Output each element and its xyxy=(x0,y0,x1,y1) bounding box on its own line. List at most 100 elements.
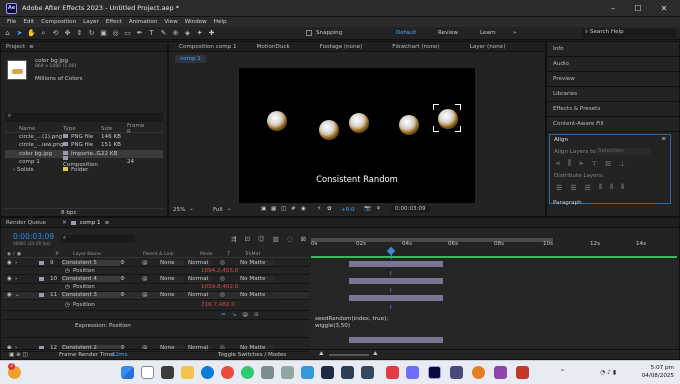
composition-canvas[interactable]: Consistent Random xyxy=(239,68,475,203)
comp-breadcrumb[interactable]: comp 1 xyxy=(175,55,206,63)
preview-panel-tab[interactable]: Preview xyxy=(547,72,679,87)
taskbar-time[interactable]: 5:07 pm xyxy=(636,365,674,371)
circle-layer[interactable] xyxy=(319,120,339,140)
app-icon[interactable] xyxy=(406,366,419,379)
circle-layer[interactable] xyxy=(349,113,369,133)
track-matte-dropdown[interactable]: No Matte xyxy=(240,292,274,299)
track-matte-icon[interactable]: ◎ xyxy=(220,276,240,282)
col-name-header[interactable]: Name xyxy=(5,126,63,132)
viewer-timecode[interactable]: 0:00:03:09 xyxy=(391,206,430,212)
taskbar-date[interactable]: 04/08/2025 xyxy=(636,373,674,379)
expand-layer-icon[interactable]: ⌄ xyxy=(15,292,23,298)
visibility-eye-icon[interactable]: ◉ xyxy=(7,260,15,266)
rectangle-tool-icon[interactable]: ▭ xyxy=(123,29,132,38)
close-icon[interactable]: ✕ xyxy=(62,220,67,226)
expression-row[interactable]: Expression: Position xyxy=(3,320,309,338)
paragraph-panel-tab[interactable]: Paragraph xyxy=(553,200,582,206)
property-row[interactable]: ◷ Position 716.7,482.0 xyxy=(3,300,309,311)
distribute-left-icon[interactable]: ⦀ xyxy=(599,183,602,192)
parent-pickwhip-icon[interactable]: @ xyxy=(132,292,160,298)
distribute-top-icon[interactable]: ☰ xyxy=(556,184,562,192)
property-value[interactable]: 1059.8,402.0 xyxy=(143,284,238,290)
layer-duration-bar[interactable] xyxy=(349,295,443,301)
file-explorer-icon[interactable] xyxy=(181,366,194,379)
chrome-browser-icon[interactable] xyxy=(221,366,234,379)
workspace-default[interactable]: Default xyxy=(396,30,416,36)
workspace-overflow-icon[interactable]: » xyxy=(513,30,516,36)
layer-label-color-icon[interactable] xyxy=(39,276,44,281)
property-row[interactable]: ◷ Position 1059.8,402.0 xyxy=(3,284,309,292)
type-tool-icon[interactable]: T xyxy=(147,29,156,38)
tab-footage[interactable]: Footage (none) xyxy=(320,44,363,50)
tab-composition[interactable]: Composition comp 1 xyxy=(174,44,237,50)
app-icon[interactable] xyxy=(361,366,374,379)
frame-blending-icon[interactable]: ▥ xyxy=(273,235,279,243)
show-snapshot-icon[interactable]: ⚘ xyxy=(376,206,381,212)
align-left-icon[interactable]: ⫷ xyxy=(556,159,560,168)
minimize-icon[interactable]: – xyxy=(602,2,624,15)
content-aware-fill-panel-tab[interactable]: Content-Aware Fill xyxy=(547,117,679,132)
fx-switch-icon[interactable]: ⚙ xyxy=(120,276,132,282)
project-row[interactable]: comp 1 Composition 24 xyxy=(5,155,163,168)
project-row[interactable]: circle_...iew.png PNG file 151 KB xyxy=(5,141,163,149)
panel-menu-icon[interactable]: ≡ xyxy=(29,44,34,50)
layer-name[interactable]: Consistent 3 xyxy=(62,292,120,299)
align-to-dropdown[interactable]: Selection xyxy=(596,148,650,155)
draft-3d-icon[interactable]: ⊡ xyxy=(244,235,249,243)
keyframe-icon[interactable]: I xyxy=(390,305,392,311)
pan-tool-icon[interactable]: ✥ xyxy=(63,29,72,38)
tab-motionduck[interactable]: MotionDuck xyxy=(257,44,290,50)
expression-graph-icon[interactable]: ↘ xyxy=(232,312,237,318)
system-tray-chevron-icon[interactable]: ^ xyxy=(560,369,565,376)
roto-brush-icon[interactable]: ✦ xyxy=(195,29,204,38)
distribute-hcenter-icon[interactable]: ⦀ xyxy=(610,183,613,192)
puppet-pin-icon[interactable]: ✚ xyxy=(207,29,216,38)
align-top-icon[interactable]: ⊤ xyxy=(591,160,597,168)
distribute-bottom-icon[interactable]: ☰ xyxy=(585,184,591,192)
layer-row[interactable]: ◉ ⌄ 11 Consistent 3 ⚙ @ None Normal ◎ No… xyxy=(3,291,309,300)
work-area-bar[interactable] xyxy=(311,238,553,242)
brush-tool-icon[interactable]: ✎ xyxy=(159,29,168,38)
distribute-right-icon[interactable]: ⦀ xyxy=(621,183,624,192)
maximize-icon[interactable]: ☐ xyxy=(627,2,649,15)
expand-layer-icon[interactable]: › xyxy=(15,260,23,266)
menu-view[interactable]: View xyxy=(164,19,177,25)
visibility-eye-icon[interactable]: ◉ xyxy=(7,292,15,298)
resolution-dropdown[interactable]: Full xyxy=(213,207,223,213)
distribute-vcenter-icon[interactable]: ☰ xyxy=(570,184,576,192)
pan-behind-tool-icon[interactable]: ◎ xyxy=(111,29,120,38)
layer-name[interactable]: Consistent 4 xyxy=(62,275,120,282)
circle-layer[interactable] xyxy=(399,115,419,135)
footer-toggle-icons[interactable]: ▣ ⊕ ◫ xyxy=(9,352,28,358)
property-value[interactable]: 716.7,482.0 xyxy=(143,302,235,308)
panel-menu-icon[interactable]: ≡ xyxy=(105,220,110,226)
bpc-label[interactable]: 8 bpc xyxy=(61,210,77,216)
menu-edit[interactable]: Edit xyxy=(23,19,34,25)
expression-editor[interactable]: seedRandom(index, true); wiggle(3,50) xyxy=(315,316,388,330)
circle-layer[interactable] xyxy=(267,111,287,131)
project-row[interactable]: › Solids Folder xyxy=(5,166,163,174)
search-taskbar-icon[interactable] xyxy=(141,366,154,379)
layer-name[interactable]: Consistent 5 xyxy=(62,259,120,266)
shy-layers-icon[interactable]: ☺ xyxy=(258,235,265,243)
motion-blur-icon[interactable]: ◌ xyxy=(287,235,293,243)
track-area[interactable]: I I I seedRandom(index, true); wiggle(3,… xyxy=(311,259,677,351)
clone-tool-icon[interactable]: ⊕ xyxy=(171,29,180,38)
app-icon[interactable] xyxy=(494,366,507,379)
menu-animation[interactable]: Animation xyxy=(129,19,158,25)
network-volume-icons[interactable]: ◔ ♪ ▮ xyxy=(600,369,616,376)
selection-tool-icon[interactable]: ➤ xyxy=(15,29,24,38)
tab-comp-1[interactable]: comp 1 xyxy=(80,220,101,226)
color-channel-icon[interactable]: ◉ xyxy=(301,206,306,212)
property-value[interactable]: 1694.2,455.0 xyxy=(143,268,238,274)
project-search-input[interactable]: ⌕ xyxy=(5,113,163,122)
edge-browser-icon[interactable] xyxy=(201,366,214,379)
parent-dropdown[interactable]: None xyxy=(160,259,184,266)
composition-flowchart-icon[interactable]: ⇶ xyxy=(231,235,236,243)
property-row[interactable]: ◷ Position 1694.2,455.0 xyxy=(3,267,309,276)
track-matte-dropdown[interactable]: No Matte xyxy=(240,275,274,282)
mask-visibility-icon[interactable]: ◫ xyxy=(281,206,286,212)
track-matte-icon[interactable]: ◎ xyxy=(220,260,240,266)
layer-label-color-icon[interactable] xyxy=(39,293,44,298)
expression-pickwhip-icon[interactable]: @ xyxy=(242,312,248,318)
